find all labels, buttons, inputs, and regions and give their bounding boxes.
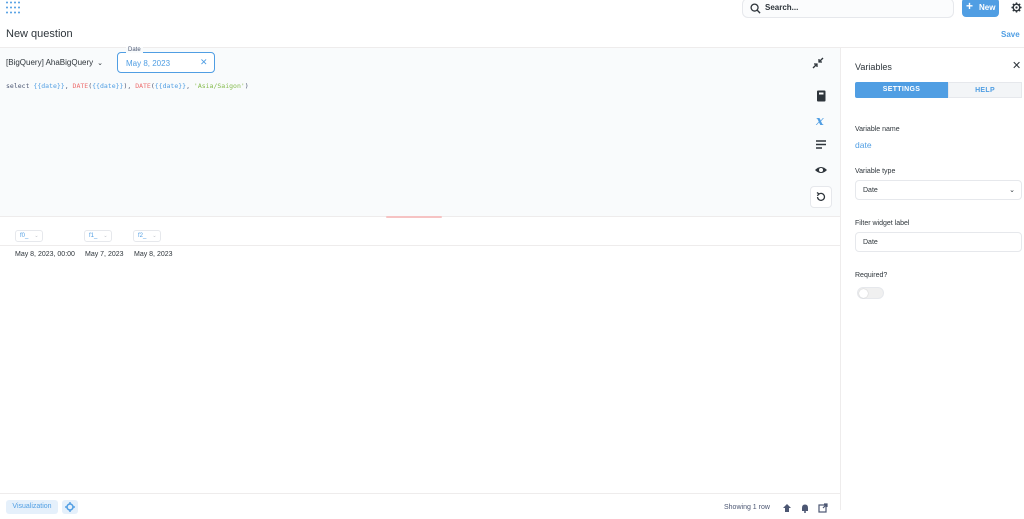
panel-tabs: SETTINGS HELP — [855, 82, 1022, 98]
svg-text:x: x — [815, 114, 824, 126]
sql-function: DATE — [72, 82, 89, 90]
new-button-label: New — [979, 3, 996, 12]
view-footer: Visualization Showing 1 row — [0, 493, 840, 514]
date-filter-label: Date — [126, 47, 143, 53]
column-header-label: f0_ — [20, 233, 29, 239]
column-header[interactable]: f0_ ⌄ — [15, 230, 43, 242]
tab-settings[interactable]: SETTINGS — [855, 82, 948, 98]
table-cell[interactable]: May 7, 2023 — [85, 251, 124, 258]
panel-title: Variables — [855, 62, 892, 72]
variable-type-select[interactable]: Date ⌄ — [855, 180, 1022, 200]
chevron-down-icon: ⌄ — [152, 233, 157, 239]
database-picker[interactable]: [BigQuery] AhaBigQuery ⌄ — [6, 58, 103, 67]
sql-code[interactable]: select {{date}}, DATE({{date}}), DATE({{… — [6, 82, 249, 90]
save-button[interactable]: Save — [1001, 30, 1020, 39]
share-icon[interactable] — [818, 503, 828, 513]
sql-token: ) — [244, 82, 249, 90]
sql-variable: {{date}} — [92, 82, 124, 90]
table-cell[interactable]: May 8, 2023 — [134, 251, 173, 258]
sql-variable: {{date}} — [33, 82, 65, 90]
table-cell[interactable]: May 8, 2023, 00:00 — [15, 251, 75, 258]
collapse-editor-icon[interactable] — [812, 57, 824, 69]
sql-token: , — [186, 82, 194, 90]
sql-token: select — [6, 82, 34, 90]
required-label: Required? — [855, 272, 888, 279]
metabase-logo-icon[interactable] — [5, 1, 21, 14]
chevron-down-icon: ⌄ — [1009, 187, 1015, 194]
date-filter-widget[interactable]: Date May 8, 2023 ✕ — [117, 47, 215, 73]
variables-panel: Variables ✕ SETTINGS HELP Variable name … — [840, 48, 1024, 510]
column-header[interactable]: f2_ ⌄ — [133, 230, 161, 242]
preview-eye-icon[interactable] — [814, 164, 828, 176]
new-button[interactable]: + New — [962, 0, 999, 17]
tab-help[interactable]: HELP — [948, 82, 1022, 98]
sql-variable: {{date}} — [154, 82, 187, 90]
chevron-down-icon: ⌄ — [97, 60, 104, 67]
top-navbar: Search... + New — [0, 0, 1024, 18]
column-header-label: f2_ — [138, 233, 147, 239]
variable-type-value: Date — [863, 187, 878, 194]
filter-widget-label-input[interactable]: Date — [855, 232, 1022, 252]
toggle-knob — [859, 289, 868, 298]
sql-token: ), — [123, 82, 136, 90]
sql-function: DATE — [135, 82, 151, 90]
variable-name-label: Variable name — [855, 126, 900, 133]
gear-icon[interactable] — [1011, 2, 1022, 13]
variable-name-value: date — [855, 140, 872, 150]
date-filter-value: May 8, 2023 — [126, 59, 171, 68]
search-placeholder: Search... — [765, 3, 799, 12]
search-input[interactable]: Search... — [742, 0, 954, 18]
sql-string: 'Asia/Saigon' — [193, 82, 245, 90]
variable-type-label: Variable type — [855, 168, 896, 175]
gear-icon — [65, 502, 75, 512]
visualization-settings-button[interactable] — [62, 500, 78, 514]
chevron-down-icon: ⌄ — [34, 233, 39, 239]
filter-widget-label-label: Filter widget label — [855, 220, 910, 227]
plus-icon: + — [966, 0, 974, 13]
refresh-button[interactable] — [810, 186, 832, 208]
data-reference-icon[interactable] — [814, 90, 828, 102]
search-icon — [750, 3, 761, 14]
snippets-icon[interactable] — [814, 139, 828, 151]
variables-icon[interactable]: x — [814, 114, 828, 126]
visualization-button[interactable]: Visualization — [6, 500, 58, 514]
download-icon[interactable] — [782, 503, 792, 513]
database-name: [BigQuery] AhaBigQuery — [6, 58, 94, 67]
chevron-down-icon: ⌄ — [103, 233, 108, 239]
clear-icon[interactable]: ✕ — [200, 57, 208, 68]
refresh-icon — [816, 191, 826, 201]
bell-alert-icon[interactable] — [800, 503, 810, 513]
native-query-editor: [BigQuery] AhaBigQuery ⌄ Date May 8, 2023… — [0, 47, 840, 217]
results-table: f0_ ⌄ f1_ ⌄ f2_ ⌄ May 8, 2023, 00:00 May 7,… — [0, 218, 840, 493]
table-divider — [0, 245, 840, 246]
sql-token: , — [64, 82, 73, 90]
required-toggle[interactable] — [857, 287, 884, 299]
question-header: New question Save — [0, 20, 1024, 48]
column-header-label: f1_ — [89, 233, 98, 239]
question-title[interactable]: New question — [6, 28, 73, 40]
filter-widget-label-value: Date — [863, 239, 878, 246]
column-header[interactable]: f1_ ⌄ — [84, 230, 112, 242]
close-icon[interactable]: ✕ — [1012, 59, 1021, 72]
